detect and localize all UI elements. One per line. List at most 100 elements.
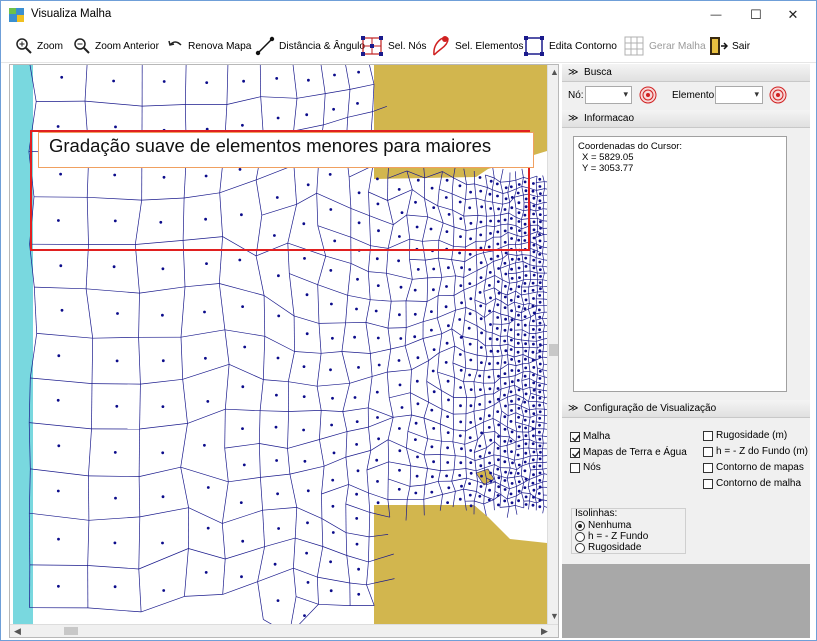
- busca-header[interactable]: ≫ Busca: [562, 64, 810, 82]
- mesh-node: [488, 400, 492, 404]
- mesh-node: [516, 453, 520, 457]
- renova-mapa-button[interactable]: Renova Mapa: [166, 35, 251, 57]
- close-button[interactable]: ✕: [773, 1, 813, 29]
- mesh-node: [398, 313, 401, 317]
- contorno-mapas-checkbox[interactable]: Contorno de mapas: [703, 462, 804, 473]
- mesh-node: [275, 459, 278, 462]
- mesh-node: [115, 404, 119, 408]
- mesh-edge: [28, 513, 31, 565]
- mesh-node: [489, 349, 493, 353]
- mesh-node: [432, 267, 436, 271]
- mesh-node: [302, 428, 305, 432]
- informacao-header[interactable]: ≫ Informacao: [562, 110, 810, 128]
- find-node-target-icon[interactable]: [639, 86, 657, 104]
- mesh-node: [537, 492, 541, 495]
- mesh-node: [524, 434, 528, 438]
- scroll-up-icon[interactable]: ▲: [550, 68, 558, 77]
- sel-nos-label: Sel. Nós: [388, 40, 427, 52]
- mesh-node: [241, 305, 245, 308]
- mesh-node: [503, 415, 507, 419]
- zoom-in-icon: [16, 38, 32, 54]
- mesh-node: [276, 116, 280, 120]
- mesh-node: [460, 484, 463, 488]
- mesh-node: [458, 318, 462, 321]
- edita-contorno-button[interactable]: Edita Contorno: [523, 35, 617, 57]
- mesh-node: [532, 228, 536, 232]
- mesh-node: [523, 486, 527, 489]
- mesh-node: [488, 362, 491, 366]
- chevron-down-icon: ▾: [754, 89, 759, 99]
- zoom-anterior-button[interactable]: Zoom Anterior: [73, 35, 159, 57]
- mesh-node: [523, 418, 527, 422]
- horizontal-scroll-thumb[interactable]: [64, 627, 78, 635]
- mesh-node: [516, 295, 520, 298]
- mesh-node: [517, 480, 521, 484]
- find-element-target-icon[interactable]: [769, 86, 787, 104]
- edita-contorno-label: Edita Contorno: [549, 40, 617, 52]
- minimize-button[interactable]: —: [696, 1, 736, 29]
- vertical-scrollbar[interactable]: ▲ ▼: [547, 65, 558, 624]
- checkbox-box: [703, 478, 713, 489]
- h-fundo-checkbox[interactable]: h = - Z do Fundo (m): [703, 446, 808, 457]
- maximize-button[interactable]: ☐: [736, 1, 776, 29]
- mesh-node: [496, 303, 500, 307]
- mesh-node: [503, 393, 506, 397]
- zoom-button[interactable]: Zoom: [15, 35, 63, 57]
- mesh-node: [510, 409, 513, 412]
- mesh-node: [524, 477, 528, 481]
- mesh-node: [531, 281, 535, 285]
- mesh-node: [516, 333, 520, 336]
- mesh-node: [539, 287, 542, 291]
- no-combobox[interactable]: ▾: [585, 86, 632, 104]
- mesh-node: [523, 469, 527, 473]
- mesh-node: [532, 434, 535, 438]
- scroll-left-icon[interactable]: ◀: [14, 627, 21, 636]
- mesh-node: [478, 444, 482, 448]
- horizontal-scrollbar[interactable]: ◀ ▶: [10, 624, 558, 637]
- mesh-node: [277, 314, 281, 318]
- h-fundo-label: h = - Z do Fundo (m): [716, 446, 808, 457]
- sel-elementos-button[interactable]: Sel. Elementos: [431, 35, 524, 57]
- rugosidade-radio-label: Rugosidade: [588, 542, 642, 553]
- mesh-viewport[interactable]: Gradação suave de elementos menores para…: [9, 64, 559, 638]
- mesh-node: [539, 226, 542, 230]
- mesh-node: [504, 404, 507, 408]
- sair-button[interactable]: Sair: [708, 35, 750, 57]
- mesh-node: [496, 397, 500, 401]
- contorno-malha-checkbox[interactable]: Contorno de malha: [703, 478, 801, 489]
- mesh-node: [539, 220, 542, 224]
- mesh-node: [503, 295, 507, 299]
- mesh-node: [430, 328, 433, 332]
- scroll-down-icon[interactable]: ▼: [550, 612, 558, 621]
- mesh-node: [276, 492, 279, 496]
- nenhuma-radio[interactable]: Nenhuma: [575, 520, 631, 531]
- mesh-node: [538, 177, 542, 181]
- mesh-node: [510, 380, 514, 384]
- nos-checkbox[interactable]: Nós: [570, 462, 601, 473]
- malha-checkbox[interactable]: Malha: [570, 431, 610, 442]
- mesh-node: [413, 335, 417, 339]
- contorno-mapas-label: Contorno de mapas: [716, 462, 804, 473]
- mesh-node: [431, 369, 435, 373]
- mesh-node: [459, 284, 463, 287]
- mesh-node: [57, 354, 61, 358]
- mesh-node: [468, 493, 472, 497]
- mesh-node: [517, 285, 521, 288]
- mapas-checkbox[interactable]: Mapas de Terra e Água: [570, 447, 687, 458]
- gerar-malha-button[interactable]: Gerar Malha: [623, 35, 706, 57]
- rugosidade-radio[interactable]: Rugosidade: [575, 542, 641, 553]
- h-z-fundo-radio[interactable]: h = - Z Fundo: [575, 531, 648, 542]
- mesh-node: [495, 337, 499, 341]
- mesh-node: [532, 243, 536, 247]
- elemento-combobox[interactable]: ▾: [715, 86, 763, 104]
- distancia-angulo-button[interactable]: Distância & Ângulo: [255, 35, 365, 57]
- mesh-node: [517, 397, 521, 401]
- rugosidade-checkbox[interactable]: Rugosidade (m): [703, 430, 787, 441]
- mesh-node: [275, 393, 278, 397]
- scroll-right-icon[interactable]: ▶: [541, 627, 548, 636]
- sel-nos-button[interactable]: Sel. Nós: [360, 35, 427, 57]
- config-header[interactable]: ≫ Configuração de Visualização: [562, 400, 810, 418]
- mesh-node: [431, 475, 434, 479]
- mesh-node: [459, 336, 463, 339]
- vertical-scroll-thumb[interactable]: [549, 344, 558, 356]
